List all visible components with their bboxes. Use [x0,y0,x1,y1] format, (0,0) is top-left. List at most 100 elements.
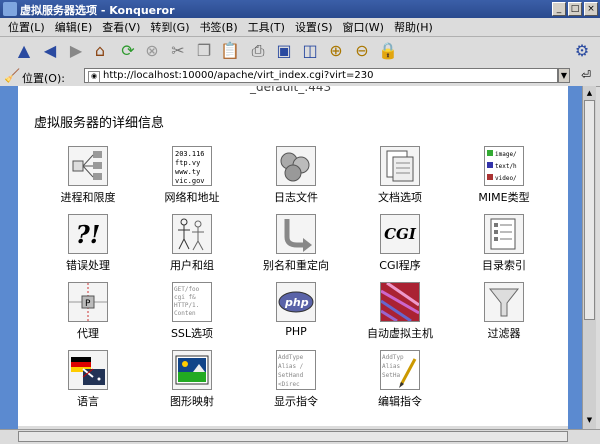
option-log-files[interactable]: 日志文件 [246,146,346,205]
option-label[interactable]: CGI程序 [350,257,450,273]
network-address-icon[interactable]: 203.116 ftp.vy www.ty vic.gov [172,146,212,186]
svg-text:Conten: Conten [174,310,196,317]
go-button[interactable]: ⏎ [578,68,594,84]
security-icon[interactable]: ▣ [274,41,294,61]
option-label[interactable]: MIME类型 [454,189,554,205]
option-label[interactable]: 图形映射 [142,393,242,409]
home-icon[interactable]: ⌂ [90,41,110,61]
menu-go[interactable]: 转到(G) [150,19,189,35]
menu-bookmarks[interactable]: 书签(B) [199,19,237,35]
option-label[interactable]: 自动虚拟主机 [350,325,450,341]
forward-icon[interactable]: ▶ [66,41,86,61]
back-icon[interactable]: ◀ [40,41,60,61]
option-process-limits[interactable]: 进程和限度 [38,146,138,205]
maximize-button[interactable]: □ [568,2,582,16]
lock-icon[interactable]: 🔒 [378,41,398,61]
auto-virtual-hosts-icon[interactable] [380,282,420,322]
show-directives-icon[interactable]: AddType Alias / SetHand <Direc [276,350,316,390]
image-maps-icon[interactable] [172,350,212,390]
filters-icon[interactable] [484,282,524,322]
url-dropdown-icon[interactable]: ▼ [558,68,570,83]
mime-types-icon[interactable]: image/text/h video/ [484,146,524,186]
option-filters[interactable]: 过滤器 [454,282,554,341]
option-document-options[interactable]: 文档选项 [350,146,450,205]
option-error-handling[interactable]: ?! 错误处理 [38,214,138,273]
option-php[interactable]: php PHP [246,282,346,338]
option-label[interactable]: 用户和组 [142,257,242,273]
edit-directives-icon[interactable]: AddTyp Alias SetHa [380,350,420,390]
option-languages[interactable]: 语言 [38,350,138,409]
option-label[interactable]: 语言 [38,393,138,409]
ssl-options-icon[interactable]: GET/foo cgi f& HTTP/1. Conten [172,282,212,322]
paste-icon[interactable]: 📋 [220,41,240,61]
menu-settings[interactable]: 设置(S) [295,19,333,35]
zoom-in-icon[interactable]: ⊕ [326,41,346,61]
option-auto-virtual-hosts[interactable]: 自动虚拟主机 [350,282,450,341]
stop-icon[interactable]: ⊗ [142,41,162,61]
vertical-scrollbar[interactable]: ▲ ▼ [582,86,596,429]
process-limits-icon[interactable] [68,146,108,186]
alias-redirect-icon[interactable] [276,214,316,254]
svg-text:AddTyp: AddTyp [382,354,404,361]
error-handling-icon[interactable]: ?! [68,214,108,254]
scroll-up-icon[interactable]: ▲ [584,87,595,99]
option-users-groups[interactable]: 用户和组 [142,214,242,273]
konqueror-icon[interactable] [3,2,17,16]
copy-icon[interactable]: ❐ [194,41,214,61]
option-label[interactable]: 编辑指令 [350,393,450,409]
option-label[interactable]: 错误处理 [38,257,138,273]
option-ssl-options[interactable]: GET/foo cgi f& HTTP/1. Conten SSL选项 [142,282,242,341]
menu-edit[interactable]: 编辑(E) [55,19,93,35]
option-label[interactable]: 进程和限度 [38,189,138,205]
main-toolbar: ▲ ◀ ▶ ⌂ ⟳ ⊗ ✂ ❐ 📋 ⎙ ▣ ◫ ⊕ ⊖ 🔒 ⚙ [0,37,600,68]
option-label[interactable]: 网络和地址 [142,189,242,205]
url-input[interactable]: http://localhost:10000/apache/virt_index… [84,68,558,83]
languages-icon[interactable] [68,350,108,390]
cgi-programs-icon[interactable]: CGI [380,214,420,254]
option-label[interactable]: 显示指令 [246,393,346,409]
close-button[interactable]: × [584,2,598,16]
php-icon[interactable]: php [276,282,316,322]
menu-window[interactable]: 窗口(W) [343,19,384,35]
minimize-button[interactable]: _ [552,2,566,16]
svg-text:SetHa: SetHa [382,372,400,379]
up-icon[interactable]: ▲ [14,41,34,61]
reload-icon[interactable]: ⟳ [118,41,138,61]
menu-help[interactable]: 帮助(H) [394,19,433,35]
option-edit-directives[interactable]: AddTyp Alias SetHa 编辑指令 [350,350,450,409]
option-network-address[interactable]: 203.116 ftp.vy www.ty vic.gov 网络和地址 [142,146,242,205]
document-options-icon[interactable] [380,146,420,186]
option-label[interactable]: 过滤器 [454,325,554,341]
scroll-thumb[interactable] [584,100,595,320]
option-proxy[interactable]: P 代理 [38,282,138,341]
option-label[interactable]: 文档选项 [350,189,450,205]
bookmark-icon[interactable]: ◫ [300,41,320,61]
cut-icon[interactable]: ✂ [168,41,188,61]
option-directory-index[interactable]: 目录索引 [454,214,554,273]
zoom-out-icon[interactable]: ⊖ [352,41,372,61]
clear-location-icon[interactable]: 🧹 [4,69,20,84]
menu-tools[interactable]: 工具(T) [248,19,285,35]
log-files-icon[interactable] [276,146,316,186]
directory-index-icon[interactable] [484,214,524,254]
option-alias-redirect[interactable]: 别名和重定向 [246,214,346,273]
option-image-maps[interactable]: 图形映射 [142,350,242,409]
option-label[interactable]: 别名和重定向 [246,257,346,273]
proxy-icon[interactable]: P [68,282,108,322]
scroll-down-icon[interactable]: ▼ [584,414,595,426]
horizontal-scrollbar[interactable] [18,431,568,442]
option-label[interactable]: PHP [246,325,346,338]
section-title: 虚拟服务器的详细信息 [34,116,165,131]
option-mime-types[interactable]: image/text/h video/ MIME类型 [454,146,554,205]
title-bar: 虚拟服务器选项 - Konqueror _ □ × [0,0,600,18]
option-label[interactable]: SSL选项 [142,325,242,341]
print-icon[interactable]: ⎙ [248,41,268,61]
menu-location[interactable]: 位置(L) [8,19,45,35]
option-cgi-programs[interactable]: CGI CGI程序 [350,214,450,273]
menu-view[interactable]: 查看(V) [102,19,140,35]
option-show-directives[interactable]: AddType Alias / SetHand <Direc 显示指令 [246,350,346,409]
option-label[interactable]: 目录索引 [454,257,554,273]
users-groups-icon[interactable] [172,214,212,254]
option-label[interactable]: 代理 [38,325,138,341]
option-label[interactable]: 日志文件 [246,189,346,205]
